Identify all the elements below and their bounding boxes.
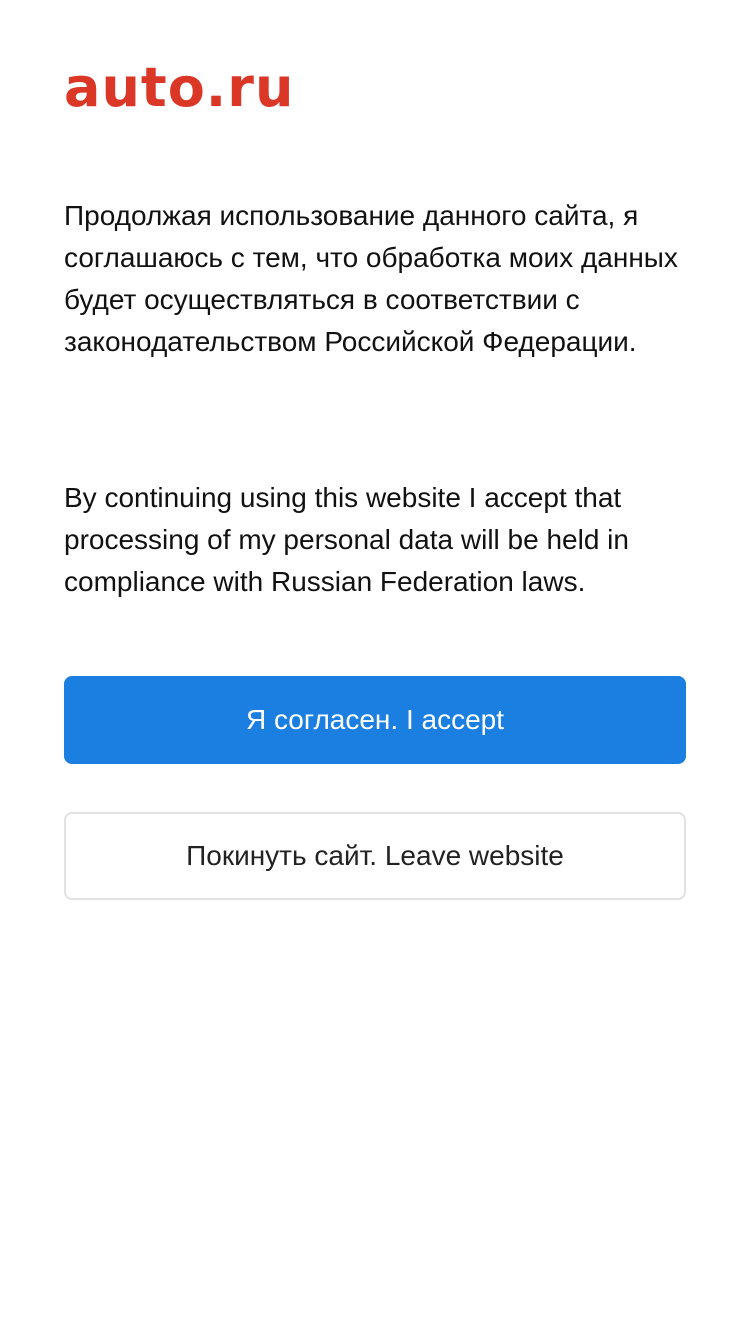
leave-website-button-label: Покинуть сайт. Leave website [186,840,564,871]
logo-text: auto.ru [64,58,294,114]
accept-button[interactable]: Я согласен. I accept [64,676,686,764]
accept-button-label: Я согласен. I accept [245,704,505,735]
consent-text-ru: Продолжая использование данного сайта, я… [64,200,678,357]
auto-ru-logo: auto.ru [64,58,304,114]
consent-text-en: By continuing using this website I accep… [64,482,629,597]
consent-page: auto.ru Продолжая использование данного … [0,0,750,1334]
leave-website-button[interactable]: Покинуть сайт. Leave website [64,812,686,900]
